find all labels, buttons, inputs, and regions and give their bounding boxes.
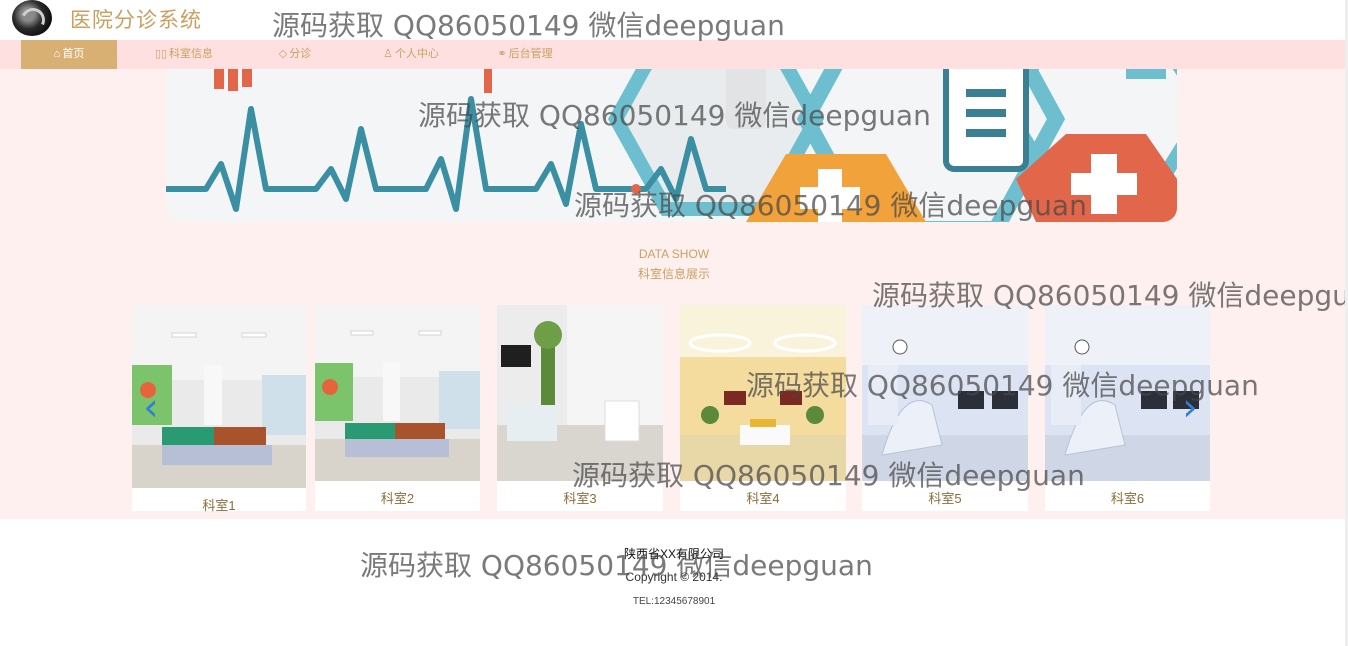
department-label: 科室1: [202, 498, 236, 513]
department-icon: ▯▯: [154, 48, 168, 60]
home-icon: ⌂: [53, 48, 61, 60]
nav-item-label: 科室信息: [169, 48, 214, 60]
nav-item-triage[interactable]: ◇ 分诊: [262, 40, 328, 69]
nav-item-label: 首页: [62, 48, 85, 60]
department-label: 科室2: [380, 491, 415, 506]
chevron-right-icon[interactable]: ›: [1178, 387, 1202, 427]
section-title-en: DATA SHOW: [638, 247, 710, 261]
tag-icon: ◇: [278, 48, 288, 60]
department-card-4[interactable]: 科室4: [680, 305, 846, 511]
department-label: 科室4: [746, 491, 780, 506]
main-content: DATA SHOW 科室信息展示 科室1 科室2 科室3 科室4 科室5 科室6…: [0, 69, 1348, 519]
department-label: 科室5: [928, 491, 962, 506]
nav-item-profile[interactable]: ♙ 个人中心: [370, 40, 452, 69]
department-card-5[interactable]: 科室5: [862, 305, 1028, 511]
department-image: [680, 305, 846, 481]
main-nav: ⌂ 首页 ▯▯ 科室信息 ◇ 分诊 ♙ 个人中心 ⚭ 后台管理: [0, 40, 1348, 69]
department-label: 科室3: [563, 491, 597, 506]
footer-company: 陕西省XX有限公司: [623, 547, 724, 561]
link-icon: ⚭: [497, 48, 507, 60]
department-image: [315, 305, 480, 481]
nav-item-home[interactable]: ⌂ 首页: [21, 40, 117, 69]
department-label: 科室6: [1110, 491, 1145, 506]
nav-item-label: 分诊: [289, 48, 312, 60]
nav-item-label: 个人中心: [394, 48, 439, 60]
site-title: 医院分诊系统: [70, 9, 202, 32]
user-icon: ♙: [383, 48, 393, 60]
nav-item-label: 后台管理: [508, 48, 553, 60]
section-title-cn: 科室信息展示: [637, 267, 710, 281]
nav-item-admin[interactable]: ⚭ 后台管理: [484, 40, 566, 69]
department-card-2[interactable]: 科室2: [315, 305, 480, 511]
department-card-3[interactable]: 科室3: [497, 305, 663, 511]
hospital-logo: [12, 0, 52, 36]
department-image: [497, 305, 663, 481]
chevron-left-icon[interactable]: ‹: [139, 387, 163, 427]
department-image: [862, 305, 1028, 481]
footer-copyright: Copyright © 2014.: [625, 570, 723, 584]
footer-tel: TEL:12345678901: [632, 596, 716, 607]
site-header: 医院分诊系统: [0, 0, 1348, 40]
medical-banner-image: [166, 69, 1177, 222]
nav-item-departments[interactable]: ▯▯ 科室信息: [140, 40, 228, 69]
